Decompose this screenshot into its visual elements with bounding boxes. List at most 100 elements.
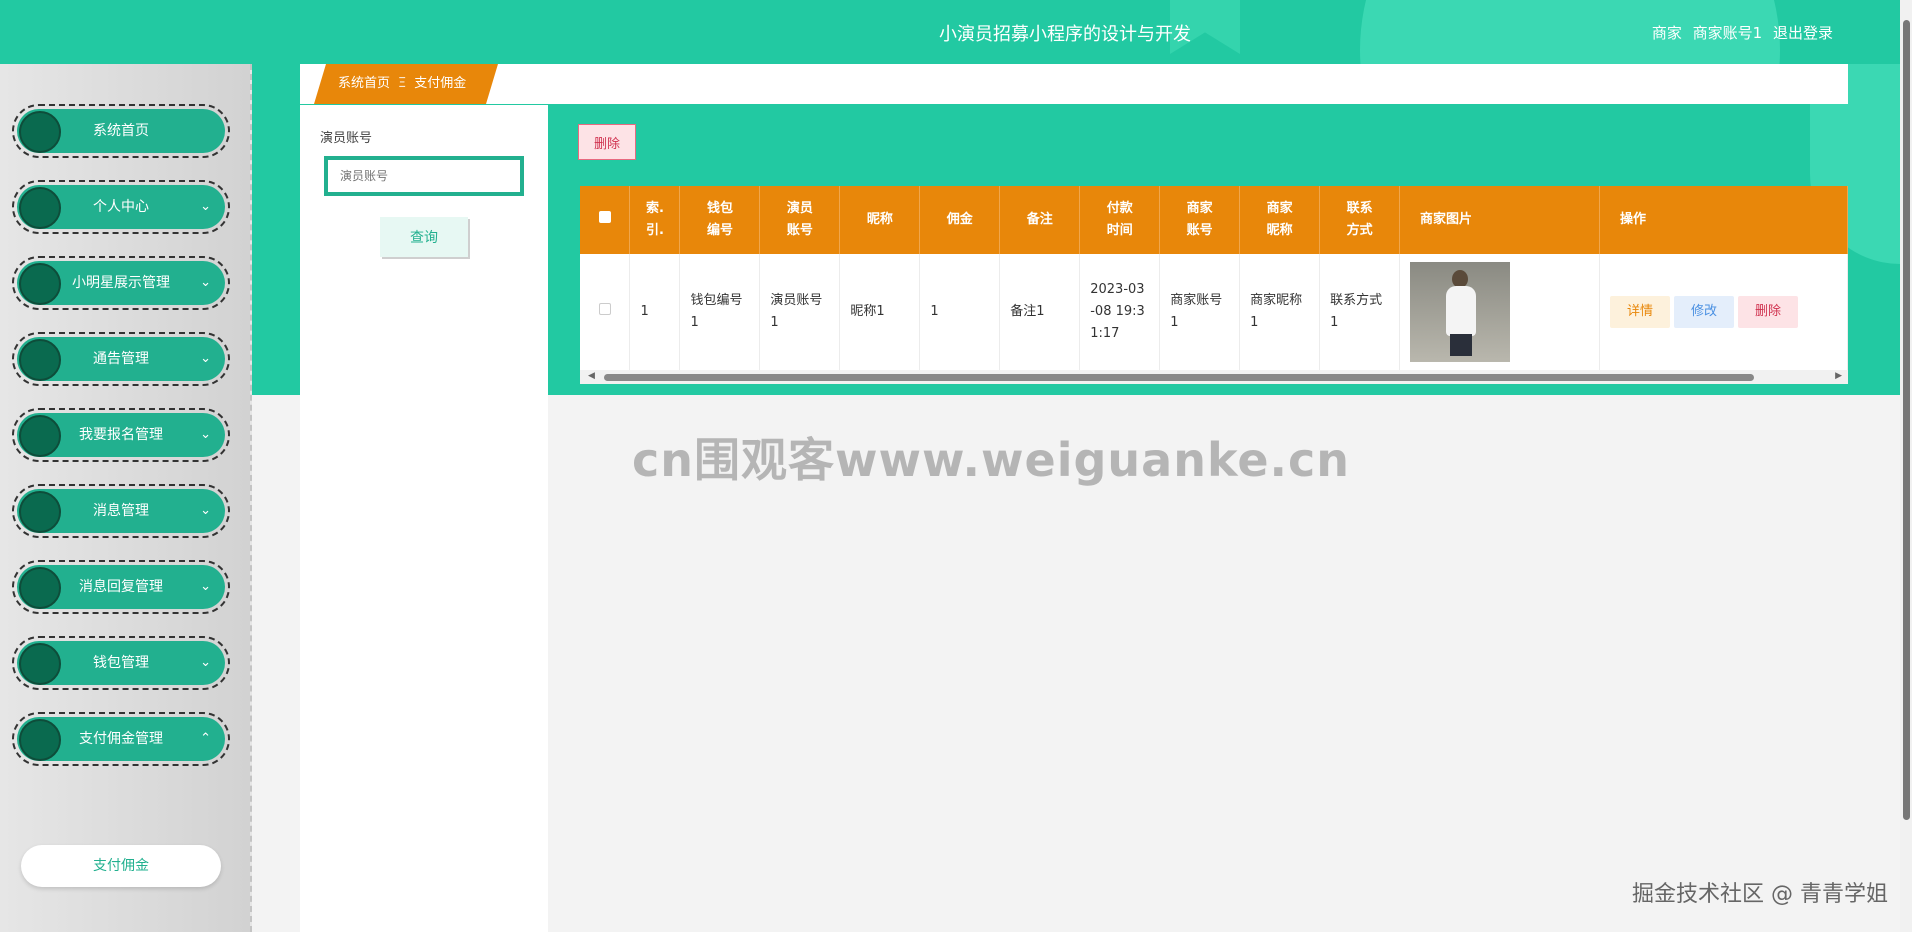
- detail-button[interactable]: 详情: [1609, 296, 1670, 328]
- table-header-row: 索. 引. 钱包 编号 演员 账号 昵称 佣金 备注 付款 时间 商家 账号 商家 昵称 联…: [580, 186, 1848, 254]
- col-header-pay-time: 付款 时间: [1079, 186, 1161, 254]
- batch-delete-button[interactable]: 删除: [578, 124, 636, 160]
- sidebar-item-notice[interactable]: 通告管理 ⌄: [12, 332, 230, 386]
- sidebar-item-personal-center[interactable]: 个人中心 ⌄: [12, 180, 230, 234]
- row-checkbox[interactable]: [580, 254, 631, 370]
- sidebar-item-label: 支付佣金管理: [79, 731, 163, 747]
- chevron-down-icon: ⌄: [200, 199, 211, 214]
- watermark: cn围观客www.weiguanke.cn: [632, 433, 1351, 487]
- col-header-nickname: 昵称: [839, 186, 921, 254]
- cell-commission: 1: [919, 254, 1001, 370]
- col-header-commission: 佣金: [919, 186, 1001, 254]
- sidebar-item-star-showcase[interactable]: 小明星展示管理 ⌄: [12, 256, 230, 310]
- sidebar-item-label: 个人中心: [93, 199, 149, 215]
- sidebar-item-label: 钱包管理: [93, 655, 149, 671]
- col-header-merchant-nickname: 商家 昵称: [1239, 186, 1321, 254]
- col-header-merchant-image: 商家图片: [1399, 186, 1600, 254]
- sidebar-item-label: 我要报名管理: [79, 427, 163, 443]
- sidebar-pill: 我要报名管理 ⌄: [17, 413, 225, 457]
- sidebar-dot-icon: [19, 263, 61, 305]
- breadcrumb-current: 支付佣金: [414, 76, 467, 91]
- edit-button[interactable]: 修改: [1673, 296, 1734, 328]
- cell-contact: 联系方式1: [1319, 254, 1401, 370]
- chevron-down-icon: ⌄: [200, 275, 211, 290]
- chevron-down-icon: ⌄: [200, 655, 211, 670]
- cell-merchant-account: 商家账号1: [1159, 254, 1241, 370]
- sidebar-pill: 小明星展示管理 ⌄: [17, 261, 225, 305]
- scroll-right-icon[interactable]: ▶: [1835, 371, 1842, 381]
- chevron-down-icon: ⌄: [200, 427, 211, 442]
- checkbox-icon: [598, 303, 611, 315]
- search-button[interactable]: 查询: [380, 217, 468, 257]
- chevron-down-icon: ⌄: [200, 503, 211, 518]
- cell-nickname: 昵称1: [839, 254, 921, 370]
- sidebar-pill: 钱包管理 ⌄: [17, 641, 225, 685]
- sidebar-item-message-replies[interactable]: 消息回复管理 ⌄: [12, 560, 230, 614]
- select-all-checkbox[interactable]: [580, 186, 631, 254]
- sidebar-dot-icon: [19, 187, 61, 229]
- search-panel: 演员账号 查询: [300, 105, 548, 932]
- merchant-photo[interactable]: [1410, 262, 1511, 362]
- sidebar-item-signup[interactable]: 我要报名管理 ⌄: [12, 408, 230, 462]
- cell-index: 1: [629, 254, 681, 370]
- sidebar-pill: 消息管理 ⌄: [17, 489, 225, 533]
- sidebar-item-wallet[interactable]: 钱包管理 ⌄: [12, 636, 230, 690]
- sidebar-pill: 消息回复管理 ⌄: [17, 565, 225, 609]
- sidebar-item-label: 消息管理: [93, 503, 149, 519]
- table-row: 1 钱包编号1 演员账号1 昵称1 1 备注1 2023-03-08 19:31…: [580, 254, 1848, 370]
- sidebar-item-messages[interactable]: 消息管理 ⌄: [12, 484, 230, 538]
- col-header-actor-account: 演员 账号: [759, 186, 841, 254]
- chevron-down-icon: ⌄: [200, 579, 211, 594]
- scrollbar-thumb[interactable]: [1903, 20, 1910, 820]
- top-header: 小演员招募小程序的设计与开发 商家 商家账号1 退出登录: [0, 0, 1900, 64]
- chevron-down-icon: ⌄: [200, 351, 211, 366]
- vertical-scrollbar[interactable]: [1900, 0, 1912, 932]
- logout-link[interactable]: 退出登录: [1773, 24, 1833, 42]
- scroll-left-icon[interactable]: ◀: [588, 371, 595, 381]
- chevron-up-icon: ⌃: [200, 731, 211, 746]
- cell-remark: 备注1: [999, 254, 1081, 370]
- col-header-index: 索. 引.: [629, 186, 681, 254]
- user-role: 商家: [1651, 24, 1682, 42]
- photo-figure-body: [1446, 286, 1477, 336]
- sidebar-dot-icon: [19, 491, 61, 533]
- sidebar-pill: 支付佣金管理 ⌃: [17, 717, 225, 761]
- sidebar-item-home[interactable]: 系统首页: [12, 104, 230, 158]
- breadcrumb-home[interactable]: 系统首页: [338, 76, 390, 91]
- sidebar-item-label: 小明星展示管理: [72, 275, 170, 291]
- scrollbar-thumb[interactable]: [604, 374, 1754, 381]
- breadcrumb-bar: 系统首页 Ξ 支付佣金: [300, 64, 1848, 104]
- search-label: 演员账号: [320, 131, 373, 146]
- data-table-container: 索. 引. 钱包 编号 演员 账号 昵称 佣金 备注 付款 时间 商家 账号 商家 昵称 联…: [580, 186, 1848, 384]
- data-table: 索. 引. 钱包 编号 演员 账号 昵称 佣金 备注 付款 时间 商家 账号 商家 昵称 联…: [580, 186, 1848, 370]
- col-header-wallet-no: 钱包 编号: [679, 186, 761, 254]
- cell-wallet-no: 钱包编号1: [679, 254, 761, 370]
- breadcrumb-separator-icon: Ξ: [398, 76, 407, 91]
- sidebar-dot-icon: [19, 339, 61, 381]
- sidebar-item-commission[interactable]: 支付佣金管理 ⌃: [12, 712, 230, 766]
- cell-merchant-nickname: 商家昵称1: [1239, 254, 1321, 370]
- sidebar-dot-icon: [19, 111, 61, 153]
- col-header-actions: 操作: [1599, 186, 1848, 254]
- sidebar-dot-icon: [19, 567, 61, 609]
- sidebar-dot-icon: [19, 415, 61, 457]
- sidebar-item-label: 通告管理: [93, 351, 149, 367]
- cell-merchant-image: [1399, 254, 1600, 370]
- col-header-contact: 联系 方式: [1319, 186, 1401, 254]
- actor-account-input[interactable]: [324, 156, 524, 196]
- cell-actions: 详情 修改 删除: [1599, 254, 1848, 370]
- credit-watermark: 掘金技术社区 @ 青青学姐: [1632, 882, 1888, 907]
- breadcrumb: 系统首页 Ξ 支付佣金: [314, 64, 498, 104]
- checkbox-icon: [598, 211, 611, 223]
- sidebar-subitem-pay-commission[interactable]: 支付佣金: [21, 845, 221, 887]
- cell-pay-time: 2023-03-08 19:31:17: [1079, 254, 1161, 370]
- delete-button[interactable]: 删除: [1737, 296, 1798, 328]
- col-header-merchant-account: 商家 账号: [1159, 186, 1241, 254]
- sidebar-dot-icon: [19, 643, 61, 685]
- horizontal-scrollbar[interactable]: ◀ ▶: [580, 370, 1848, 384]
- photo-figure-legs: [1450, 334, 1473, 356]
- sidebar-item-label: 系统首页: [93, 123, 149, 139]
- sidebar-pill: 系统首页: [17, 109, 225, 153]
- sidebar-item-label: 消息回复管理: [79, 579, 163, 595]
- col-header-remark: 备注: [999, 186, 1081, 254]
